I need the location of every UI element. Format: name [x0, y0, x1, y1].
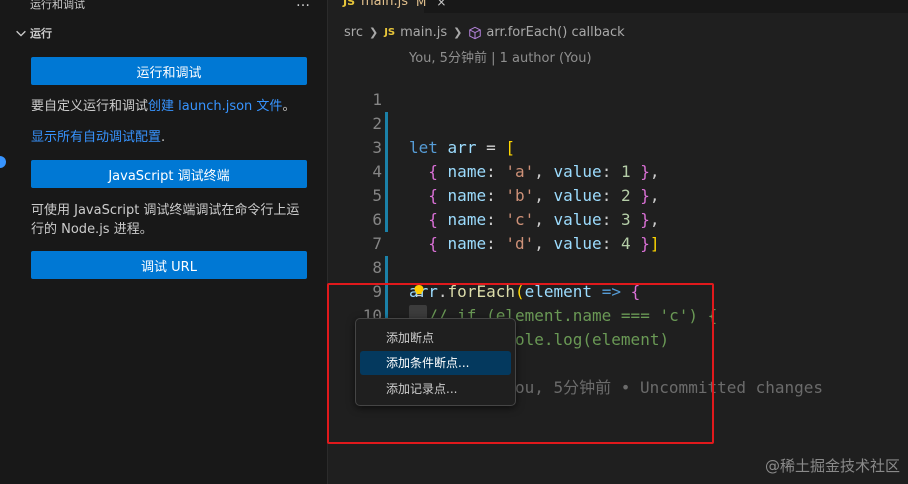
create-launch-json-link[interactable]: 创建 launch.json 文件: [148, 99, 282, 114]
code-line: 7 arr.forEach(element => {: [329, 208, 889, 301]
run-and-debug-button[interactable]: 运行和调试: [31, 57, 307, 85]
section-run-title: 运行: [30, 27, 52, 40]
close-icon[interactable]: ×: [436, 0, 446, 9]
show-all-hint: 显示所有自动调试配置.: [31, 128, 311, 147]
chevron-right-icon: ❯: [368, 26, 379, 39]
code-line: 5 { name: 'd', value: 4 }]: [329, 160, 889, 253]
code-line: 2 { name: 'a', value: 1 },: [329, 88, 889, 181]
js-terminal-description: 可使用 JavaScript 调试终端调试在命令行上运行的 Node.js 进程…: [31, 203, 300, 237]
chevron-down-icon: [16, 30, 26, 37]
chevron-right-icon: ❯: [453, 26, 463, 39]
more-actions-icon[interactable]: …: [296, 0, 311, 10]
code-line: 1 let arr = [: [329, 64, 889, 157]
sidebar-title: 运行和调试: [30, 0, 85, 11]
customize-suffix: 。: [282, 99, 296, 114]
run-debug-sidebar: 运行和调试 … 运行 运行和调试 要自定义运行和调试创建 launch.json…: [0, 0, 328, 484]
breadcrumb-symbol[interactable]: arr.forEach() callback: [486, 25, 624, 40]
js-debug-terminal-button[interactable]: JavaScript 调试终端: [31, 160, 307, 188]
breadcrumb-folder[interactable]: src: [344, 25, 363, 40]
tab-main-js[interactable]: JS main.js M ×: [329, 0, 446, 13]
debug-url-button[interactable]: 调试 URL: [31, 251, 307, 279]
section-run-header[interactable]: 运行: [14, 25, 52, 41]
tab-label: main.js: [361, 0, 409, 9]
breadcrumb: src ❯ JS main.js ❯ arr.forEach() callbac…: [344, 25, 625, 40]
code-line: 3 { name: 'b', value: 2 },: [329, 112, 889, 205]
highlight-annotation-box: [327, 283, 714, 444]
code-line: 6: [329, 184, 889, 229]
code-line: 9 // console.log(element): [329, 256, 889, 349]
code-line: 8 // if (element.name === 'c') {: [329, 232, 889, 325]
customize-text: 要自定义运行和调试: [31, 99, 149, 114]
modified-badge: M: [416, 0, 427, 9]
customize-hint: 要自定义运行和调试创建 launch.json 文件。: [31, 97, 311, 116]
code-line: 4 { name: 'c', value: 3 },: [329, 136, 889, 229]
js-file-icon: JS: [384, 27, 396, 38]
breadcrumb-file[interactable]: main.js: [400, 25, 447, 40]
watermark: @稀土掘金技术社区: [764, 457, 900, 475]
js-file-icon: JS: [343, 0, 356, 8]
show-all-configs-link[interactable]: 显示所有自动调试配置: [31, 130, 161, 145]
method-cube-icon: [469, 26, 482, 39]
show-all-suffix: .: [161, 130, 166, 145]
